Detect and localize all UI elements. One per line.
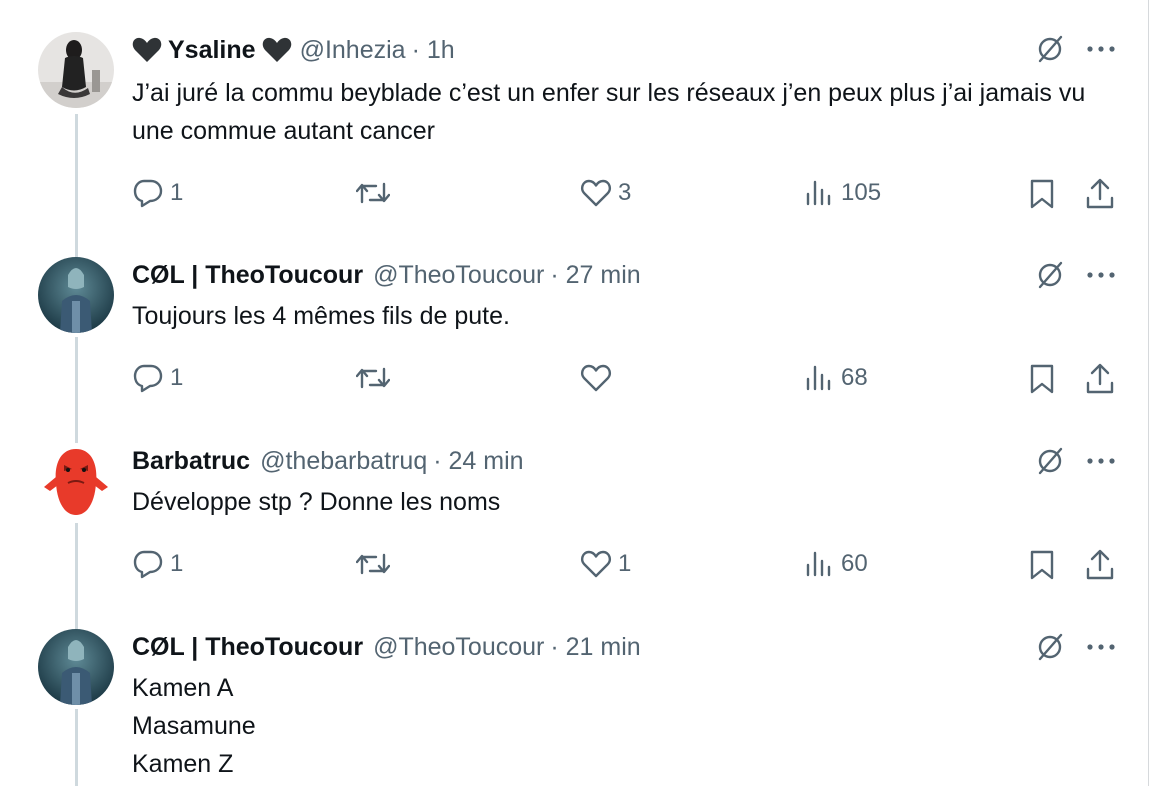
more-icon[interactable] [1084, 642, 1118, 652]
reply-icon [133, 179, 163, 208]
thread-line [75, 337, 78, 445]
avatar-theotoucour[interactable] [38, 257, 114, 333]
tweet-text: Toujours les 4 mêmes fils de pute. [132, 302, 510, 330]
reply-button[interactable]: 1 [132, 178, 183, 208]
tweet-3[interactable]: Barbatruc @thebarbatruq · 24 min Dévelop… [0, 441, 1148, 631]
grok-icon[interactable] [1035, 446, 1065, 476]
avatar-theotoucour[interactable] [38, 629, 114, 705]
tweet-time[interactable]: · 24 min [433, 447, 523, 476]
display-name[interactable]: CØL | TheoToucour [132, 633, 363, 662]
retweet-button[interactable] [356, 178, 396, 208]
user-handle[interactable]: @TheoToucour [373, 633, 544, 662]
views-count: 68 [841, 364, 868, 391]
share-icon[interactable] [1084, 549, 1116, 581]
tweet-text: Kamen A Masamune Kamen Z [132, 669, 1122, 783]
tweet-text-line: Kamen A [132, 674, 234, 702]
share-icon[interactable] [1084, 363, 1116, 395]
tweet-text-line: Kamen Z [132, 750, 234, 778]
tweet-header: Barbatruc @thebarbatruq · 24 min [132, 441, 524, 481]
reply-count: 1 [170, 364, 184, 391]
tweet-text: Développe stp ? Donne les noms [132, 488, 501, 516]
tweet-text-line: Masamune [132, 712, 256, 740]
user-handle[interactable]: @Inhezia [300, 36, 406, 65]
retweet-icon [356, 367, 390, 389]
views-count: 60 [841, 550, 868, 577]
views-icon [806, 365, 831, 391]
tweet-header: CØL | TheoToucour @TheoToucour · 27 min [132, 255, 641, 295]
like-button[interactable]: 1 [580, 549, 631, 579]
avatar-image [38, 629, 114, 705]
reply-count: 1 [170, 179, 184, 206]
views-button[interactable]: 68 [805, 363, 868, 393]
tweet-header: CØL | TheoToucour @TheoToucour · 21 min [132, 627, 641, 667]
like-button[interactable] [580, 363, 618, 393]
thread-line [75, 709, 78, 786]
retweet-button[interactable] [356, 363, 396, 393]
tweet-time[interactable]: · 1h [412, 36, 455, 65]
reply-icon [133, 550, 163, 579]
tweet-1[interactable]: Ysaline @Inhezia · 1h J’ai juré la commu… [0, 28, 1148, 264]
user-handle[interactable]: @thebarbatruq [260, 447, 427, 476]
like-count: 3 [618, 179, 632, 206]
views-count: 105 [841, 179, 882, 206]
more-icon[interactable] [1084, 44, 1118, 54]
avatar-image [38, 32, 114, 108]
bookmark-icon[interactable] [1027, 178, 1057, 210]
display-name[interactable]: CØL | TheoToucour [132, 261, 363, 290]
avatar-image [38, 443, 114, 519]
tweet-time[interactable]: · 21 min [550, 633, 640, 662]
black-heart-icon [132, 37, 162, 62]
frame-border [1148, 0, 1149, 786]
retweet-icon [356, 553, 390, 575]
reply-count: 1 [170, 550, 184, 577]
retweet-icon [356, 182, 390, 204]
like-count: 1 [618, 550, 632, 577]
reply-icon [133, 364, 163, 393]
tweet-header: Ysaline @Inhezia · 1h [132, 30, 455, 70]
display-name[interactable]: Ysaline [168, 36, 256, 65]
grok-icon[interactable] [1035, 34, 1065, 64]
thread-line [75, 523, 78, 631]
retweet-button[interactable] [356, 549, 396, 579]
bookmark-icon[interactable] [1027, 363, 1057, 395]
grok-icon[interactable] [1035, 260, 1065, 290]
like-button[interactable]: 3 [580, 178, 631, 208]
views-icon [806, 551, 831, 577]
more-icon[interactable] [1084, 270, 1118, 280]
reply-button[interactable]: 1 [132, 549, 183, 579]
like-icon [581, 179, 611, 207]
thread-line [75, 114, 78, 264]
more-icon[interactable] [1084, 456, 1118, 466]
tweet-2[interactable]: CØL | TheoToucour @TheoToucour · 27 min … [0, 255, 1148, 445]
user-handle[interactable]: @TheoToucour [373, 261, 544, 290]
views-button[interactable]: 60 [805, 549, 868, 579]
views-button[interactable]: 105 [805, 178, 881, 208]
reply-button[interactable]: 1 [132, 363, 183, 393]
avatar-image [38, 257, 114, 333]
display-name[interactable]: Barbatruc [132, 447, 250, 476]
black-heart-icon [262, 37, 291, 62]
like-icon [581, 364, 611, 392]
avatar-barbatruc[interactable] [38, 443, 114, 519]
like-icon [581, 550, 611, 578]
tweet-4[interactable]: CØL | TheoToucour @TheoToucour · 21 min … [0, 627, 1148, 786]
tweet-time[interactable]: · 27 min [550, 261, 640, 290]
tweet-text: J’ai juré la commu beyblade c’est un enf… [132, 79, 1086, 145]
share-icon[interactable] [1084, 178, 1116, 210]
grok-icon[interactable] [1035, 632, 1065, 662]
bookmark-icon[interactable] [1027, 549, 1057, 581]
views-icon [806, 180, 831, 206]
avatar-ysaline[interactable] [38, 32, 114, 108]
